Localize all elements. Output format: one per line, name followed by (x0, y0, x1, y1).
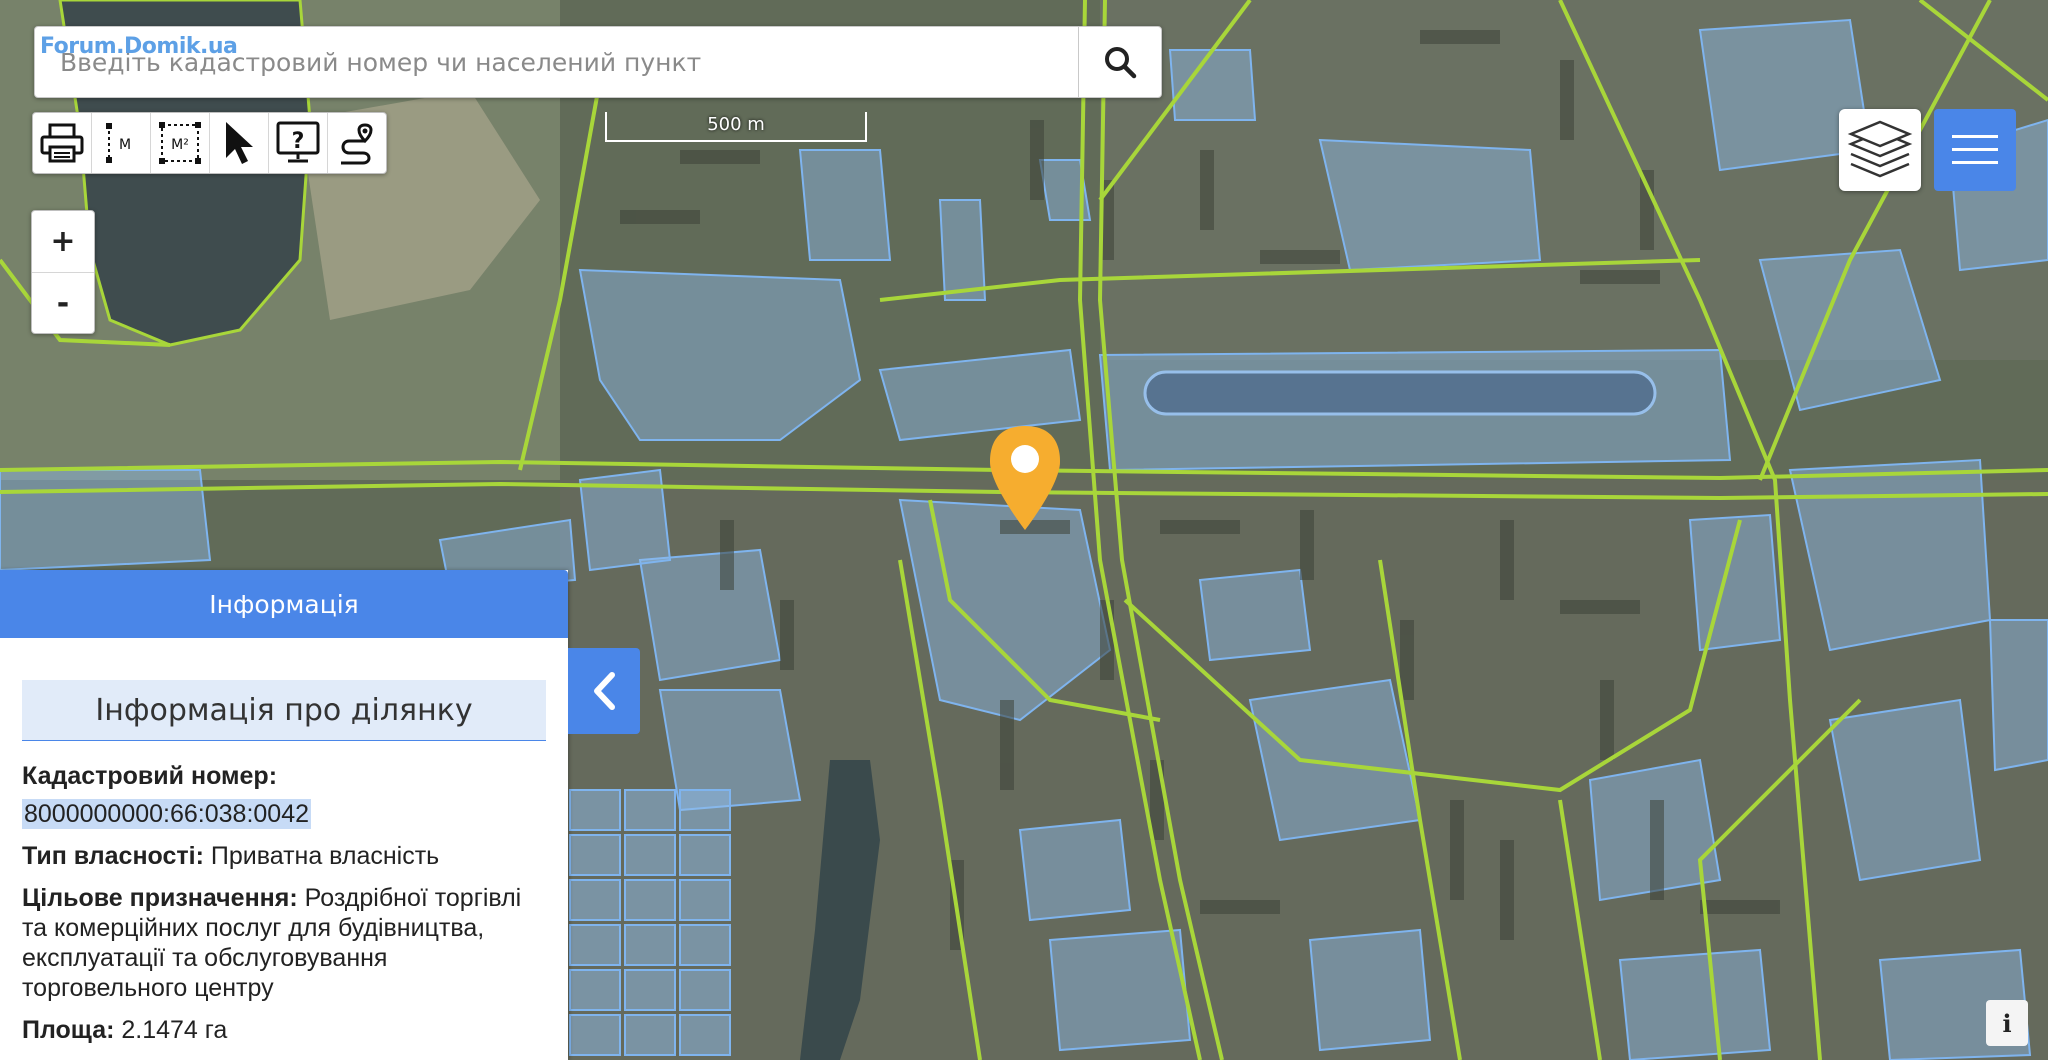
purpose-row: Цільове призначення: Роздрібної торгівлі… (22, 883, 546, 1003)
area-value: 2.1474 га (121, 1016, 228, 1044)
parcel-info-title: Інформація про ділянку (22, 680, 546, 741)
search-icon (1105, 47, 1137, 79)
measure-area-button[interactable]: M² (151, 113, 210, 173)
ownership-value: Приватна власність (210, 842, 440, 870)
chevron-left-icon (594, 672, 615, 710)
zoom-in-button[interactable]: + (32, 211, 94, 273)
measure-area-label: M² (171, 137, 189, 153)
search-bar (34, 26, 1162, 98)
zoom-control: + - (31, 210, 95, 334)
measure-distance-icon: M (106, 123, 131, 163)
measure-distance-label: M (119, 137, 131, 153)
help-button[interactable]: ? (269, 113, 328, 173)
route-icon (341, 123, 373, 165)
info-panel: Інформація Інформація про ділянку Кадаст… (0, 570, 568, 1060)
info-button[interactable]: i (1986, 1000, 2028, 1046)
info-panel-body: Інформація про ділянку Кадастровий номер… (0, 680, 568, 1045)
print-button[interactable] (33, 113, 92, 173)
area-label: Площа: (22, 1016, 115, 1044)
help-label: ? (292, 129, 305, 154)
printer-icon (40, 123, 84, 163)
measure-area-icon: M² (159, 122, 201, 164)
scale-bar: 500 m (605, 112, 867, 142)
menu-button[interactable] (1934, 109, 2016, 191)
cadastral-number-row: Кадастровий номер: 8000000000:66:038:004… (22, 761, 546, 829)
collapse-panel-button[interactable] (568, 648, 640, 734)
ownership-label: Тип власності: (22, 842, 204, 870)
hamburger-menu-icon (1952, 135, 1998, 164)
layers-icon (1847, 120, 1913, 178)
measure-distance-button[interactable]: M (92, 113, 151, 173)
route-button[interactable] (328, 113, 386, 173)
cadastral-number-label: Кадастровий номер: (22, 762, 278, 790)
help-icon: ? (276, 121, 320, 163)
search-button[interactable] (1078, 27, 1161, 97)
cursor-icon (226, 122, 253, 164)
area-row: Площа: 2.1474 га (22, 1015, 546, 1045)
purpose-label: Цільове призначення: (22, 884, 298, 912)
search-input[interactable] (35, 27, 1075, 97)
select-button[interactable] (210, 113, 269, 173)
tool-bar: M M² ? (32, 112, 387, 174)
zoom-out-button[interactable]: - (32, 273, 94, 334)
info-panel-header: Інформація (0, 570, 568, 638)
ownership-row: Тип власності: Приватна власність (22, 841, 546, 871)
layers-button[interactable] (1839, 109, 1921, 191)
cadastral-number-value[interactable]: 8000000000:66:038:0042 (22, 799, 312, 829)
